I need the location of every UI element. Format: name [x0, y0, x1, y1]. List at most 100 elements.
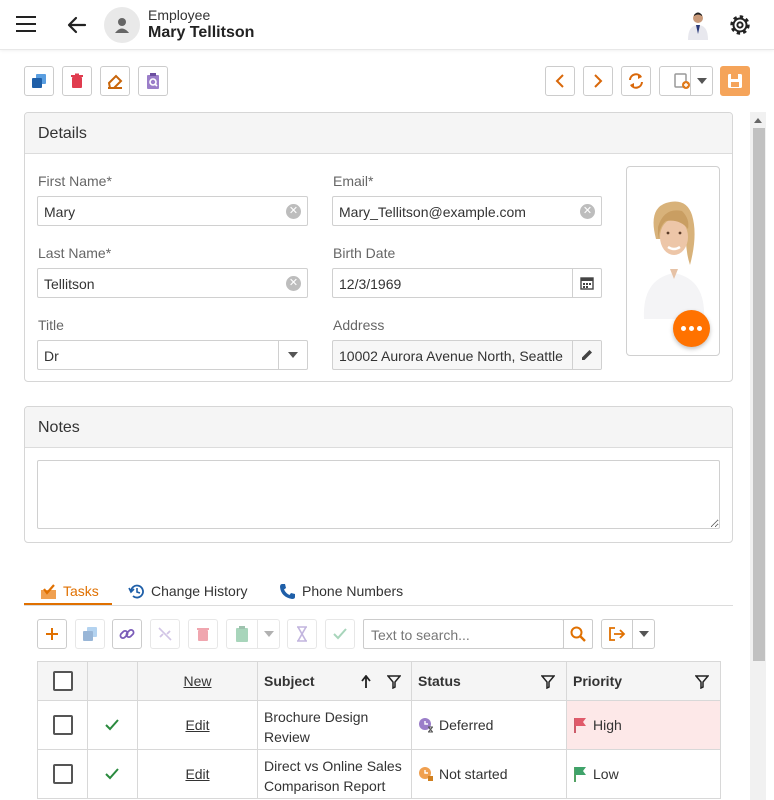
subject-header-label: Subject: [264, 673, 315, 689]
add-task-button[interactable]: [37, 619, 67, 649]
checkmark-icon: [105, 768, 119, 780]
scroll-up-icon[interactable]: [753, 116, 763, 124]
save-button[interactable]: [720, 66, 750, 96]
edit-link[interactable]: Edit: [185, 717, 209, 733]
checkmark-icon: [105, 719, 119, 731]
table-row: [37, 701, 88, 750]
status-column-header[interactable]: Status: [412, 661, 567, 701]
task-search-placeholder: Text to search...: [371, 627, 470, 643]
address-field[interactable]: 10002 Aurora Avenue North, Seattle: [332, 340, 602, 370]
birth-date-field[interactable]: 12/3/1969: [332, 268, 602, 298]
priority-cell: Low: [567, 750, 721, 799]
subject-cell: Brochure Design Review: [258, 701, 412, 750]
tasks-icon: [41, 583, 56, 599]
title-value: Dr: [44, 348, 59, 364]
previous-record-button[interactable]: [545, 66, 575, 96]
row-checkbox[interactable]: [53, 715, 73, 735]
chevron-down-icon[interactable]: [278, 341, 307, 369]
subject-column-header[interactable]: Subject: [258, 661, 412, 701]
low-priority-flag-icon: [574, 767, 586, 782]
search-icon[interactable]: [563, 619, 593, 649]
first-name-field[interactable]: Mary ✕: [37, 196, 308, 226]
report-preview-button[interactable]: [138, 66, 168, 96]
tab-phone-numbers-label: Phone Numbers: [302, 583, 404, 599]
priority-value: Low: [593, 766, 619, 782]
table-row: [37, 750, 88, 799]
clear-icon[interactable]: ✕: [286, 276, 301, 291]
status-cell: Not started: [412, 750, 567, 799]
edit-link[interactable]: Edit: [185, 766, 209, 782]
menu-icon[interactable]: [16, 16, 36, 34]
photo-actions-button[interactable]: [673, 310, 710, 347]
clear-eraser-button[interactable]: [100, 66, 130, 96]
link-button[interactable]: [112, 619, 142, 649]
subject-value: Brochure Design Review: [264, 709, 369, 745]
status-header-label: Status: [418, 673, 461, 689]
mark-completed-button[interactable]: [325, 619, 355, 649]
status-value: Deferred: [439, 717, 494, 733]
delete-button[interactable]: [62, 66, 92, 96]
tab-tasks[interactable]: Tasks: [40, 577, 99, 605]
task-action-dropdown[interactable]: [226, 619, 280, 649]
phone-icon: [280, 583, 295, 599]
clear-icon[interactable]: ✕: [286, 204, 301, 219]
save-options-dropdown[interactable]: [659, 66, 713, 96]
refresh-button[interactable]: [621, 66, 651, 96]
next-record-button[interactable]: [583, 66, 613, 96]
last-name-label: Last Name*: [38, 245, 112, 261]
header-employee-name: Mary Tellitson: [148, 24, 255, 41]
edit-pencil-icon[interactable]: [572, 341, 601, 369]
priority-value: High: [593, 717, 622, 733]
scrollbar-thumb[interactable]: [753, 128, 765, 661]
chevron-down-icon[interactable]: [690, 67, 712, 95]
back-arrow-icon[interactable]: [64, 12, 90, 38]
copy-task-button[interactable]: [75, 619, 105, 649]
first-name-value: Mary: [44, 204, 76, 220]
priority-column-header[interactable]: Priority: [567, 661, 721, 701]
filter-icon[interactable]: [541, 675, 555, 689]
sort-ascending-icon[interactable]: [361, 675, 371, 689]
email-field[interactable]: Mary_Tellitson@example.com ✕: [332, 196, 602, 226]
filter-icon[interactable]: [387, 675, 401, 689]
clear-icon[interactable]: ✕: [580, 204, 595, 219]
settings-gear-icon[interactable]: [727, 12, 753, 38]
subject-value: Direct vs Online Sales Comparison Report: [264, 758, 402, 794]
new-record-button[interactable]: [24, 66, 54, 96]
task-search-input[interactable]: Text to search...: [363, 619, 564, 649]
last-name-field[interactable]: Tellitson ✕: [37, 268, 308, 298]
row-checkbox[interactable]: [53, 764, 73, 784]
edit-cell: Edit: [138, 701, 258, 750]
title-select[interactable]: Dr: [37, 340, 308, 370]
status-cell: Deferred: [412, 701, 567, 750]
postpone-hourglass-button[interactable]: [287, 619, 317, 649]
first-name-label: First Name*: [38, 173, 112, 189]
priority-header-label: Priority: [573, 673, 623, 689]
priority-cell: High: [567, 701, 721, 750]
select-all-cell: [37, 661, 88, 701]
edit-cell: Edit: [138, 750, 258, 799]
unlink-button[interactable]: [150, 619, 180, 649]
user-avatar[interactable]: [684, 10, 712, 40]
tab-phone-numbers[interactable]: Phone Numbers: [279, 577, 403, 605]
calendar-icon[interactable]: [572, 269, 601, 297]
tab-change-history[interactable]: Change History: [128, 577, 248, 605]
chevron-down-icon[interactable]: [257, 620, 279, 648]
birth-date-value: 12/3/1969: [339, 276, 402, 292]
new-task-link[interactable]: New: [183, 673, 211, 689]
export-dropdown[interactable]: [601, 619, 655, 649]
employee-photo: [630, 169, 718, 321]
completed-cell: [88, 701, 138, 750]
not-started-status-icon: [419, 767, 433, 781]
birth-date-label: Birth Date: [333, 245, 396, 261]
subject-cell: Direct vs Online Sales Comparison Report: [258, 750, 412, 799]
notes-textarea[interactable]: [37, 460, 720, 529]
delete-task-button[interactable]: [188, 619, 218, 649]
email-label: Email*: [333, 173, 374, 189]
completed-cell: [88, 750, 138, 799]
employee-avatar-icon: [104, 7, 140, 43]
new-column-header: New: [138, 661, 258, 701]
select-all-checkbox[interactable]: [53, 671, 73, 691]
history-icon: [128, 584, 144, 598]
chevron-down-icon[interactable]: [632, 620, 654, 648]
filter-icon[interactable]: [695, 675, 709, 689]
